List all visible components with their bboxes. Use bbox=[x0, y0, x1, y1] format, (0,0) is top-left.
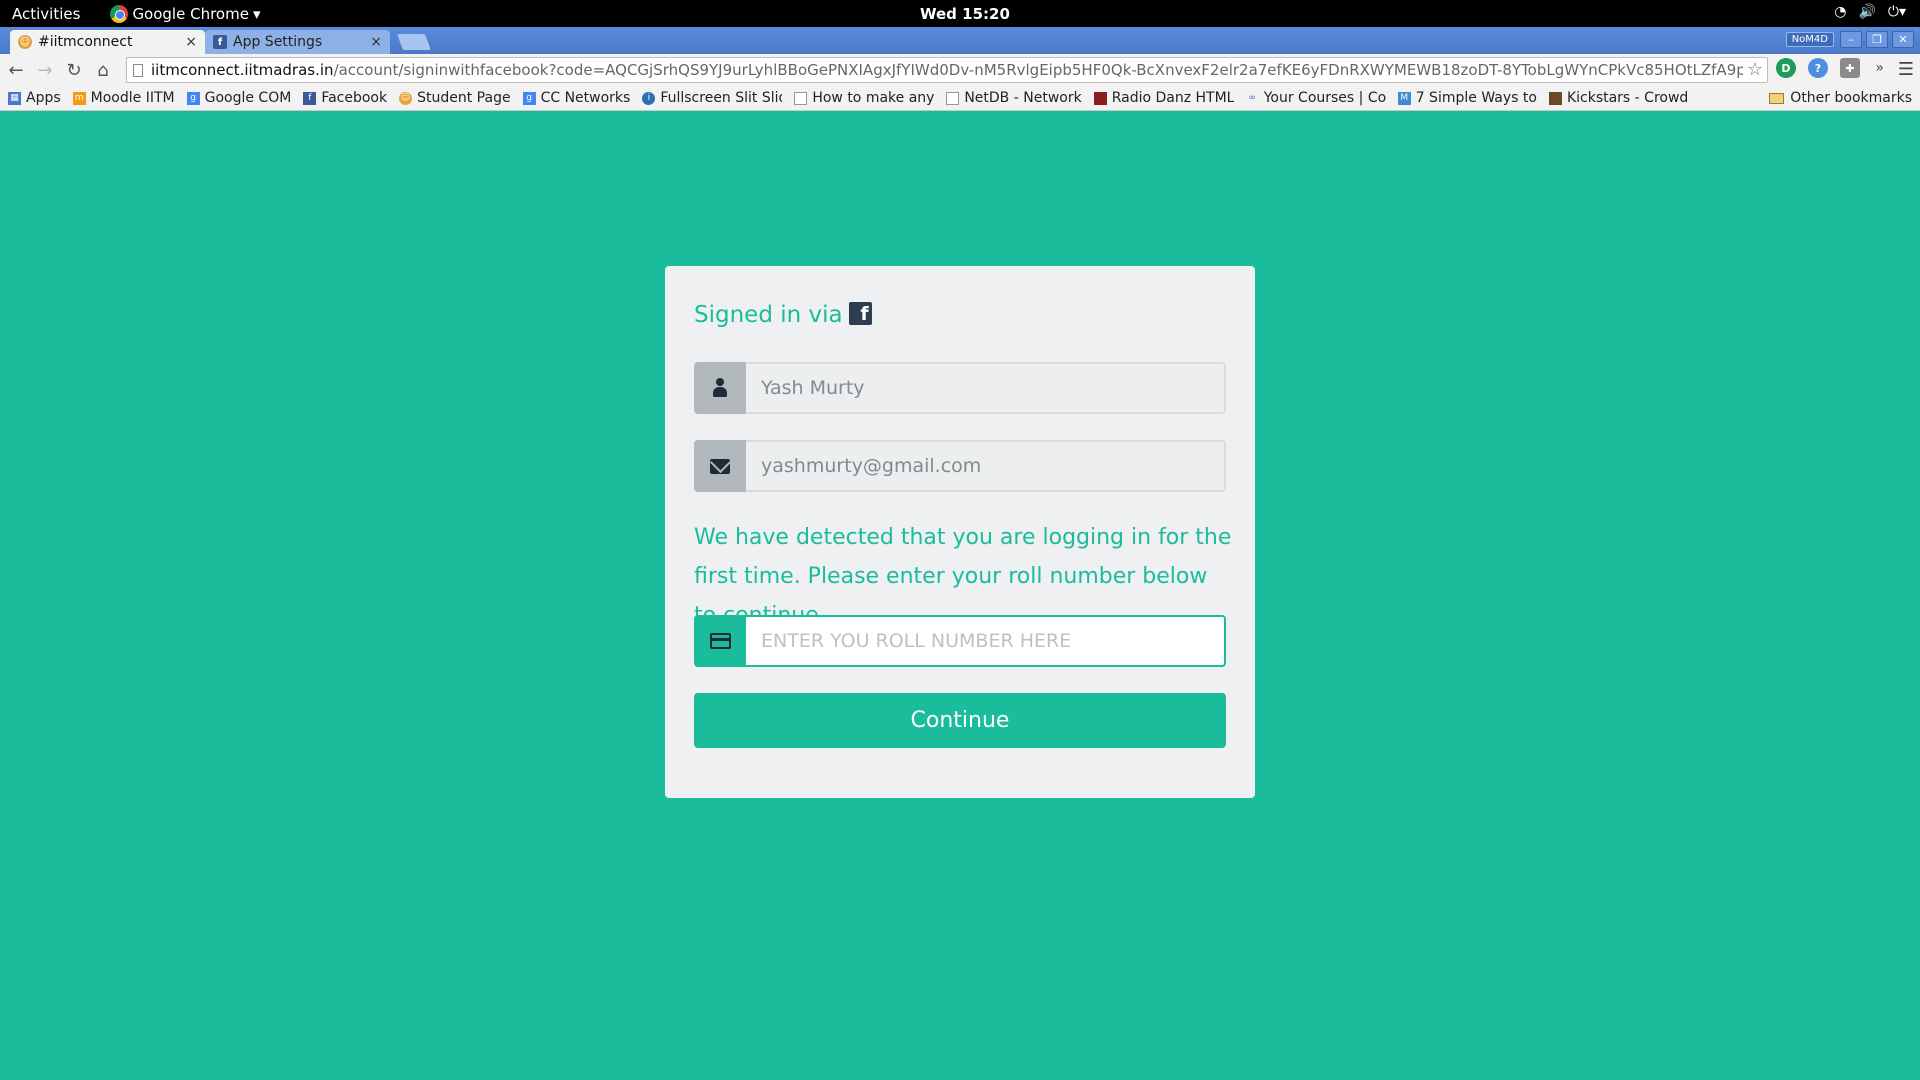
minimize-icon[interactable]: – bbox=[1840, 31, 1862, 48]
folder-icon bbox=[1769, 92, 1785, 104]
bookmark-item[interactable]: ∞ Your Courses | Co bbox=[1246, 90, 1385, 106]
moodle-icon: m bbox=[72, 91, 86, 105]
continue-button[interactable]: Continue bbox=[694, 693, 1226, 748]
medium-icon: M bbox=[1397, 91, 1411, 105]
email-field-group: yashmurty@gmail.com bbox=[694, 440, 1226, 492]
reload-icon[interactable]: ↻ bbox=[61, 57, 87, 83]
bookmark-item[interactable]: g Google COM bbox=[186, 90, 291, 106]
codrops-icon: i bbox=[642, 91, 656, 105]
tab-app-settings[interactable]: f App Settings × bbox=[205, 30, 390, 54]
tab-title: #iitmconnect bbox=[38, 34, 133, 50]
url-host: iitmconnect.iitmadras.in bbox=[151, 61, 334, 79]
tab-iitmconnect[interactable]: ☺ #iitmconnect × bbox=[10, 30, 205, 54]
bookmark-item[interactable]: f Facebook bbox=[303, 90, 387, 106]
signin-card: Signed in via f Yash Murty yashmurty@gma… bbox=[665, 266, 1255, 798]
bookmark-item[interactable]: m Moodle IITM bbox=[72, 90, 175, 106]
extensions-overflow-icon[interactable]: » bbox=[1875, 60, 1884, 76]
extension-icon[interactable]: ✚ bbox=[1840, 58, 1860, 78]
chrome-menu-icon[interactable]: ☰ bbox=[1898, 59, 1914, 80]
google-icon: g bbox=[186, 91, 200, 105]
tab-title: App Settings bbox=[233, 34, 323, 50]
credit-card-icon bbox=[709, 633, 731, 649]
browser-toolbar: ← → ↻ ⌂ iitmconnect.iitmadras.in/account… bbox=[0, 54, 1920, 86]
bookmark-item[interactable]: ☺ Student Page bbox=[399, 90, 511, 106]
address-bar[interactable]: iitmconnect.iitmadras.in/account/signinw… bbox=[126, 57, 1768, 83]
name-field[interactable]: Yash Murty bbox=[746, 362, 1226, 414]
app-menu-label: Google Chrome bbox=[132, 4, 249, 23]
wifi-icon: ◔ bbox=[1834, 4, 1847, 20]
email-addon bbox=[694, 440, 746, 492]
home-icon[interactable]: ⌂ bbox=[90, 57, 116, 83]
url-path: /account/signinwithfacebook?code=AQCGjSr… bbox=[333, 61, 1756, 79]
roll-number-field-group: ENTER YOU ROLL NUMBER HERE bbox=[694, 615, 1226, 667]
bookmark-star-icon[interactable]: ☆ bbox=[1742, 59, 1763, 80]
smiley-favicon-icon: ☺ bbox=[18, 35, 32, 49]
envelope-icon bbox=[710, 458, 730, 474]
email-field[interactable]: yashmurty@gmail.com bbox=[746, 440, 1226, 492]
close-tab-icon[interactable]: × bbox=[370, 34, 382, 50]
bookmark-item[interactable]: iFullscreen Slit Slider bbox=[642, 90, 782, 106]
name-addon bbox=[694, 362, 746, 414]
name-field-group: Yash Murty bbox=[694, 362, 1226, 414]
bookmark-item[interactable]: Kickstars - Crowd bbox=[1548, 90, 1688, 106]
google-icon: g bbox=[522, 91, 536, 105]
page-icon bbox=[946, 91, 960, 105]
signed-in-text: Signed in via bbox=[694, 302, 843, 328]
tab-strip: ☺ #iitmconnect × f App Settings × NoM4D … bbox=[0, 27, 1920, 54]
roll-number-input[interactable]: ENTER YOU ROLL NUMBER HERE bbox=[746, 615, 1226, 667]
window-controls: – ❐ ✕ bbox=[1840, 31, 1914, 48]
coursera-icon: ∞ bbox=[1248, 93, 1256, 103]
back-icon[interactable]: ← bbox=[3, 57, 29, 83]
bookmark-item[interactable]: ▦ Apps bbox=[8, 90, 61, 106]
bookmark-item[interactable]: How to make any bbox=[794, 90, 934, 106]
extension-icon[interactable]: ? bbox=[1808, 58, 1828, 78]
bookmarks-bar: ▦ Apps m Moodle IITM g Google COM f Facebook… bbox=[0, 86, 1920, 111]
roll-number-addon bbox=[694, 615, 746, 667]
app-menu[interactable]: Google Chrome ▾ bbox=[110, 4, 261, 23]
system-top-bar: Activities Google Chrome ▾ Wed 15:20 ◔ 🔊… bbox=[0, 0, 1920, 27]
bookmark-item[interactable]: g CC Networks bbox=[522, 90, 630, 106]
user-icon bbox=[712, 378, 728, 398]
radio-icon bbox=[1093, 91, 1107, 105]
bookmark-item[interactable]: NetDB - Network bbox=[946, 90, 1082, 106]
page-icon bbox=[794, 91, 808, 105]
other-bookmarks[interactable]: Other bookmarks bbox=[1769, 90, 1912, 106]
kickstars-icon bbox=[1548, 91, 1562, 105]
activities-button[interactable]: Activities bbox=[12, 5, 80, 23]
new-tab-button[interactable] bbox=[397, 34, 431, 50]
signed-in-heading: Signed in via f bbox=[694, 301, 872, 328]
extension-icon[interactable]: D bbox=[1776, 58, 1796, 78]
profile-badge[interactable]: NoM4D bbox=[1785, 32, 1834, 47]
volume-icon: 🔊 bbox=[1858, 4, 1876, 20]
system-status-area[interactable]: ◔ 🔊 ⏻▾ bbox=[1834, 4, 1906, 20]
close-window-icon[interactable]: ✕ bbox=[1892, 31, 1914, 48]
bookmark-item[interactable]: M7 Simple Ways to bbox=[1397, 90, 1537, 106]
facebook-icon: f bbox=[848, 301, 872, 325]
bookmark-item[interactable]: Radio Danz HTML bbox=[1093, 90, 1234, 106]
forward-icon[interactable]: → bbox=[32, 57, 58, 83]
power-icon: ⏻▾ bbox=[1887, 4, 1906, 20]
facebook-favicon-icon: f bbox=[213, 35, 227, 49]
facebook-icon: f bbox=[303, 91, 317, 105]
clock[interactable]: Wed 15:20 bbox=[920, 5, 1010, 23]
app-menu-arrow-icon: ▾ bbox=[252, 4, 261, 23]
chrome-logo-icon bbox=[110, 4, 129, 23]
close-tab-icon[interactable]: × bbox=[185, 34, 197, 50]
smiley-icon: ☺ bbox=[399, 91, 413, 105]
apps-grid-icon: ▦ bbox=[8, 91, 21, 105]
restore-icon[interactable]: ❐ bbox=[1866, 31, 1888, 48]
page-info-icon[interactable] bbox=[133, 63, 143, 77]
